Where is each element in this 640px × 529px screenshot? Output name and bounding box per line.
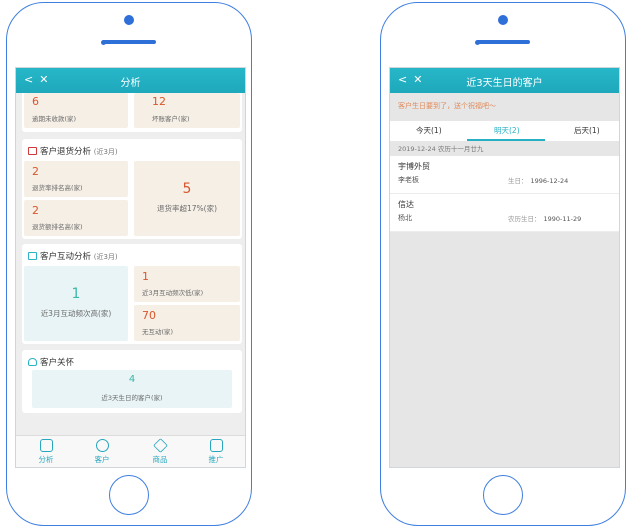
day-tabs: 今天(1) 明天(2) 后天(1) [390,121,619,141]
low-interaction-value: 1 [142,270,149,283]
bad-debt-label: 坏账客户(家) [152,115,190,123]
birthday-screen: <✕ 近3天生日的客户 客户生日要到了，送个祝福吧～ 今天(1) 明天(2) 后… [389,67,620,468]
bad-debt-value: 12 [152,95,166,108]
return-analysis-title: 客户退货分析 (近3月) [28,145,118,157]
return-icon [28,147,37,155]
phone-left: <✕ 分析 6 逾期未收款(家) 12 坏账客户(家) 客户退货分析 (近3月) [6,2,252,526]
goods-icon [152,438,168,453]
speaker-grille [476,40,530,44]
interaction-analysis-title: 客户互动分析 (近3月) [28,250,118,262]
chart-icon [39,439,53,452]
bad-debt-tile[interactable]: 12 坏账客户(家) [134,93,240,128]
company-name: 宇博外贸 [398,162,430,171]
list-item[interactable]: 宇博外贸 李老板 生日： 1996-12-24 [390,156,619,194]
tab-goods[interactable]: 商品 [140,438,180,465]
high-interaction-tile[interactable]: 1 近3月互动频次高(家) [24,266,128,341]
birthday-label: 近3天生日的客户(家) [101,394,163,402]
return-period: (近3月) [93,148,118,156]
no-interaction-tile[interactable]: 70 无互动(家) [134,305,240,341]
return-amount-tile[interactable]: 2 退货额排名高(家) [24,200,128,236]
birthday-label: 农历生日： [508,215,541,223]
phone-right: <✕ 近3天生日的客户 客户生日要到了，送个祝福吧～ 今天(1) 明天(2) 后… [380,2,626,526]
company-name: 信达 [398,200,414,209]
tab-customer-label: 客户 [94,455,110,464]
front-camera [498,15,508,25]
high-interaction-value: 1 [71,286,81,302]
share-icon [209,439,223,452]
stage: <✕ 分析 6 逾期未收款(家) 12 坏账客户(家) 客户退货分析 (近3月) [0,0,640,529]
interaction-icon [28,252,37,260]
home-button[interactable] [483,475,523,515]
return-rate-tile[interactable]: 2 退货率排名高(家) [24,161,128,197]
overdue-card: 6 逾期未收款(家) 12 坏账客户(家) [22,93,242,132]
bottom-tab-bar: 分析 客户 商品 推广 [16,435,245,467]
person-icon [28,358,37,366]
return-analysis-card: 客户退货分析 (近3月) 2 退货率排名高(家) 2 退货额排名高(家) 5 退… [22,139,242,239]
date-line: 2019-12-24 农历十一月廿九 [398,145,484,153]
low-interaction-tile[interactable]: 1 近3月互动频次低(家) [134,266,240,302]
return-over-value: 5 [182,181,192,197]
return-amount-label: 退货额排名高(家) [32,223,83,231]
high-interaction-label: 近3月互动频次高(家) [40,309,112,318]
return-rate-label: 退货率排名高(家) [32,184,83,192]
tab-day-after[interactable]: 后天(1) [574,125,600,136]
birthday-value: 1996-12-24 [530,177,569,185]
customer-care-card: 客户关怀 4 近3天生日的客户(家) [22,350,242,413]
home-button[interactable] [109,475,149,515]
birthday-value: 1990-11-29 [543,215,582,223]
tab-customer[interactable]: 客户 [82,439,122,465]
contact-name: 李老板 [398,176,419,184]
interaction-title-text: 客户互动分析 [40,252,92,262]
overdue-label: 逾期未收款(家) [32,115,77,123]
customer-icon [95,439,109,452]
front-camera [124,15,134,25]
low-interaction-label: 近3月互动频次低(家) [142,289,204,297]
birthday-info: 生日： 1996-12-24 [508,175,568,185]
return-amount-value: 2 [32,204,39,217]
care-title: 客户关怀 [28,356,74,368]
tab-analysis[interactable]: 分析 [26,439,66,465]
care-title-text: 客户关怀 [40,358,75,368]
title-bar: <✕ 分析 [16,68,245,93]
birthday-info: 农历生日： 1990-11-29 [508,213,581,223]
overdue-value: 6 [32,95,39,108]
return-over-label: 退货率超17%(家) [156,204,218,213]
tab-today[interactable]: 今天(1) [416,125,442,136]
birthday-label: 生日： [508,177,528,185]
tab-tomorrow[interactable]: 明天(2) [494,125,520,136]
birthday-count: 4 [128,374,136,385]
tab-promote-label: 推广 [208,455,224,464]
birthday-notice: 客户生日要到了，送个祝福吧～ [398,102,496,110]
page-title: 分析 [120,78,141,89]
tab-goods-label: 商品 [152,455,168,464]
tab-promote[interactable]: 推广 [196,439,236,465]
return-title-text: 客户退货分析 [40,147,92,157]
page-title: 近3天生日的客户 [466,78,543,89]
birthday-tile[interactable]: 4 近3天生日的客户(家) [32,370,232,408]
customer-list: 宇博外贸 李老板 生日： 1996-12-24 信达 杨北 农历生日： 1990-1… [390,156,619,232]
list-item[interactable]: 信达 杨北 农历生日： 1990-11-29 [390,194,619,232]
active-tab-indicator [467,139,545,141]
interaction-analysis-card: 客户互动分析 (近3月) 1 近3月互动频次高(家) 1 近3月互动频次低(家)… [22,244,242,344]
tab-analysis-label: 分析 [38,455,54,464]
return-over-tile[interactable]: 5 退货率超17%(家) [134,161,240,236]
contact-name: 杨北 [398,214,412,222]
speaker-grille [102,40,156,44]
return-rate-value: 2 [32,165,39,178]
no-interaction-label: 无互动(家) [142,328,174,336]
interaction-period: (近3月) [93,253,118,261]
overdue-tile[interactable]: 6 逾期未收款(家) [24,93,128,128]
no-interaction-value: 70 [142,309,156,322]
title-bar: <✕ 近3天生日的客户 [390,68,619,93]
analysis-screen: <✕ 分析 6 逾期未收款(家) 12 坏账客户(家) 客户退货分析 (近3月) [15,67,246,468]
